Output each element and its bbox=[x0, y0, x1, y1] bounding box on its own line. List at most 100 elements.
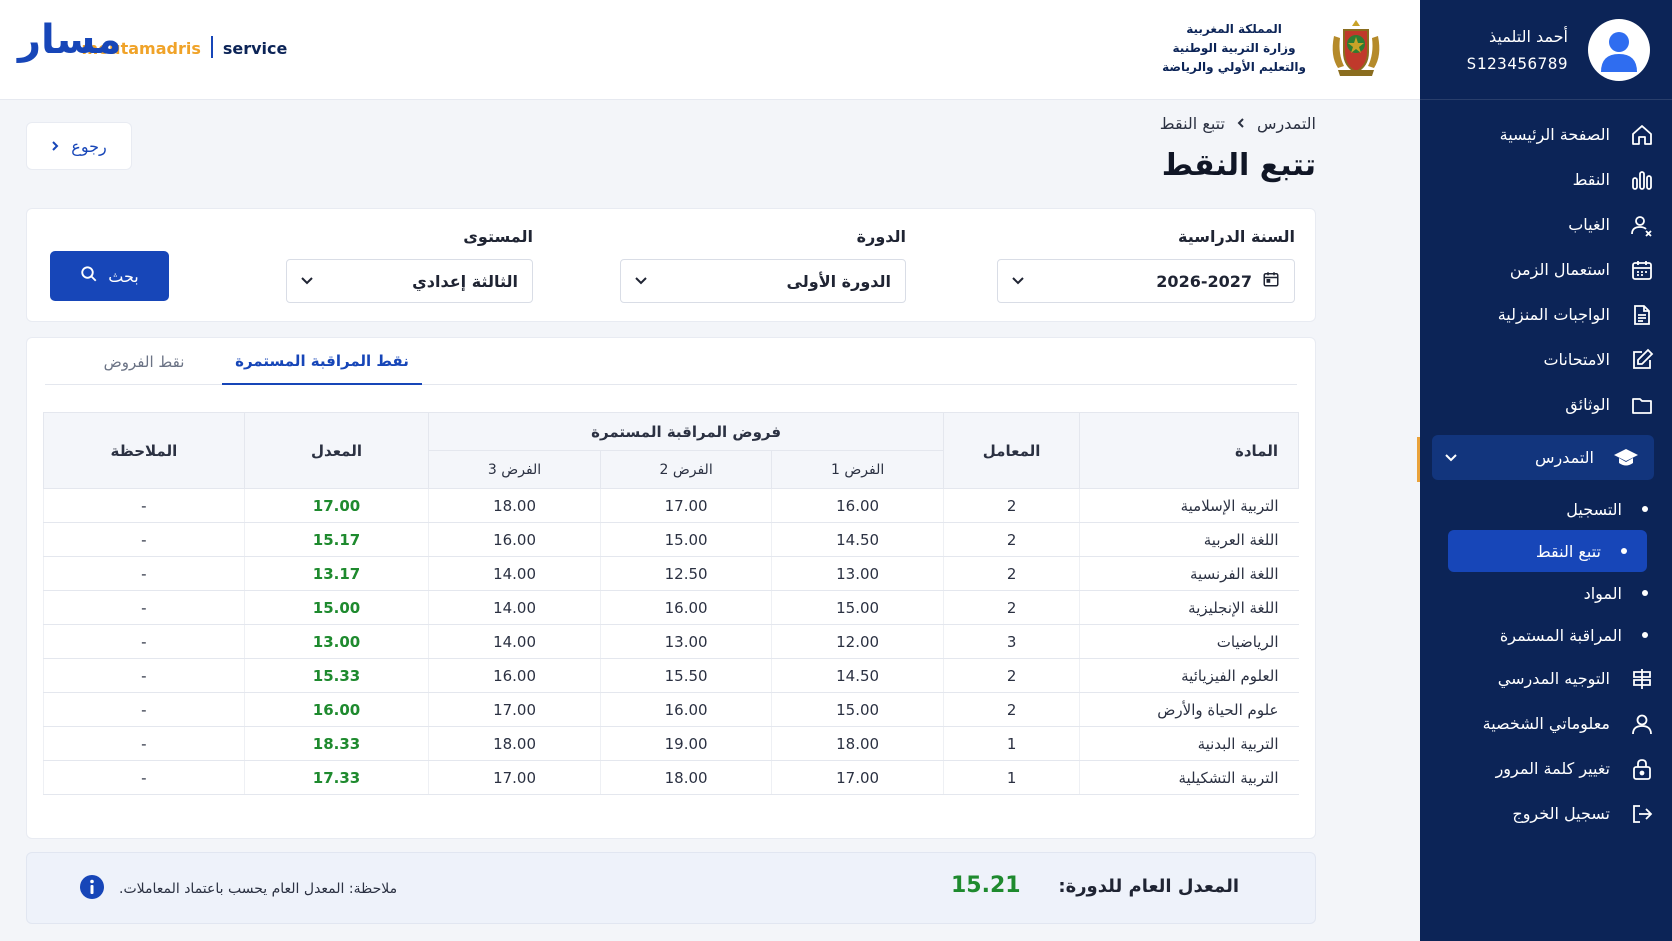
user-name: أحمد التلميذ bbox=[1489, 26, 1568, 46]
sidebar-item-logout[interactable]: تسجيل الخروج bbox=[1420, 791, 1672, 836]
logout-icon bbox=[1628, 800, 1656, 828]
page-title: تتبع النقط bbox=[1161, 148, 1316, 183]
bullet-icon bbox=[1642, 590, 1648, 596]
ministry-line-3: والتعليم الأولي والرياضة bbox=[1162, 60, 1306, 74]
cell-average: 15.00 bbox=[243, 590, 429, 625]
cell-exam-3: 16.00 bbox=[428, 658, 601, 693]
session-value: الدورة الأولى bbox=[786, 271, 891, 291]
breadcrumb: التمدرس تتبع النقط bbox=[1160, 114, 1316, 133]
cell-coef: 2 bbox=[942, 590, 1080, 625]
sidebar-subitem-label: المراقبة المستمرة bbox=[1499, 625, 1622, 645]
overall-average-label: المعدل العام للدورة: bbox=[1058, 876, 1239, 897]
chevron-left-icon bbox=[1237, 114, 1245, 133]
cell-average: 17.33 bbox=[243, 760, 429, 795]
sidebar-subitem-grade-tracking[interactable]: تتبع النقط bbox=[1448, 530, 1647, 572]
grades-table: المادة المعامل فروض المراقبة المستمرة ال… bbox=[43, 412, 1299, 795]
sidebar-item-documents[interactable]: الوثائق bbox=[1420, 382, 1672, 427]
sidebar-item-grades[interactable]: النقط bbox=[1420, 157, 1672, 202]
sidebar: أحمد التلميذ S123456789 الصفحة الرئيسية … bbox=[1420, 0, 1672, 941]
header-exam-1: الفرض 1 bbox=[771, 450, 944, 489]
cell-subject: التربية البدنية bbox=[1079, 726, 1299, 761]
search-label: بحث bbox=[108, 266, 139, 286]
cell-coef: 2 bbox=[942, 522, 1080, 557]
level-select[interactable]: الثالثة إعدادي bbox=[286, 259, 533, 303]
sidebar-subitem-label: تتبع النقط bbox=[1535, 541, 1601, 561]
cell-average: 15.33 bbox=[243, 658, 429, 693]
breadcrumb-parent[interactable]: التمدرس bbox=[1257, 114, 1316, 133]
calendar-icon bbox=[1628, 256, 1656, 284]
year-select[interactable]: 2026-2027 bbox=[997, 259, 1295, 303]
cell-average: 17.00 bbox=[243, 488, 429, 523]
table-row: التربية التشكيلية 1 17.00 18.00 17.00 17… bbox=[43, 760, 1299, 795]
session-select[interactable]: الدورة الأولى bbox=[620, 259, 906, 303]
level-value: الثالثة إعدادي bbox=[412, 271, 518, 291]
back-button[interactable]: رجوع bbox=[26, 122, 132, 170]
brand-separator bbox=[210, 36, 213, 58]
sidebar-subitem-registration[interactable]: التسجيل bbox=[1420, 488, 1672, 530]
table-row: التربية البدنية 1 18.00 19.00 18.00 18.3… bbox=[43, 726, 1299, 761]
header-subject: المادة bbox=[1079, 412, 1299, 489]
cell-exam-1: 14.50 bbox=[771, 522, 944, 557]
cell-exam-3: 16.00 bbox=[428, 522, 601, 557]
sidebar-subitem-subjects[interactable]: المواد bbox=[1420, 572, 1672, 614]
user-profile[interactable]: أحمد التلميذ S123456789 bbox=[1420, 0, 1672, 100]
sidebar-item-timetable[interactable]: استعمال الزمن bbox=[1420, 247, 1672, 292]
sidebar-item-label: تسجيل الخروج bbox=[1512, 804, 1610, 823]
cell-exam-2: 13.00 bbox=[599, 624, 772, 659]
note-text: ملاحظة: المعدل العام يحسب باعتماد المعام… bbox=[119, 881, 398, 897]
sidebar-item-exams[interactable]: الامتحانات bbox=[1420, 337, 1672, 382]
cell-exam-2: 16.00 bbox=[599, 590, 772, 625]
cell-average: 16.00 bbox=[243, 692, 429, 727]
folder-icon bbox=[1628, 391, 1656, 419]
cell-subject: اللغة العربية bbox=[1079, 522, 1299, 557]
header-remark: الملاحظة bbox=[43, 412, 245, 489]
cell-exam-2: 19.00 bbox=[599, 726, 772, 761]
search-icon bbox=[80, 265, 98, 287]
cell-subject: علوم الحياة والأرض bbox=[1079, 692, 1299, 727]
sidebar-subitem-label: التسجيل bbox=[1566, 499, 1622, 519]
tab-continuous-assessment[interactable]: نقط المراقبة المستمرة bbox=[222, 338, 422, 385]
user-id: S123456789 bbox=[1466, 53, 1568, 73]
cell-coef: 1 bbox=[942, 760, 1080, 795]
sidebar-item-absence[interactable]: الغياب bbox=[1420, 202, 1672, 247]
coat-of-arms-icon bbox=[1332, 20, 1380, 76]
chevron-down-icon bbox=[301, 277, 313, 285]
sidebar-item-personal-info[interactable]: معلوماتي الشخصية bbox=[1420, 701, 1672, 746]
chevron-down-icon[interactable] bbox=[1444, 448, 1458, 467]
cell-coef: 2 bbox=[942, 488, 1080, 523]
cell-remark: - bbox=[43, 556, 245, 591]
signpost-icon bbox=[1628, 665, 1656, 693]
bar-chart-icon bbox=[1628, 166, 1656, 194]
cell-exam-2: 15.50 bbox=[599, 658, 772, 693]
cell-remark: - bbox=[43, 692, 245, 727]
sidebar-item-schooling[interactable]: التمدرس bbox=[1432, 435, 1654, 480]
table-row: علوم الحياة والأرض 2 15.00 16.00 17.00 1… bbox=[43, 692, 1299, 727]
cell-remark: - bbox=[43, 726, 245, 761]
home-icon bbox=[1628, 121, 1656, 149]
brand-logo[interactable]: مسار moutamadris service bbox=[18, 20, 287, 60]
cell-coef: 2 bbox=[942, 658, 1080, 693]
cell-subject: اللغة الفرنسية bbox=[1079, 556, 1299, 591]
cell-average: 15.17 bbox=[243, 522, 429, 557]
cell-exam-3: 14.00 bbox=[428, 624, 601, 659]
table-row: اللغة الإنجليزية 2 15.00 16.00 14.00 15.… bbox=[43, 590, 1299, 625]
search-button[interactable]: بحث bbox=[50, 251, 169, 301]
overall-average-value: 15.21 bbox=[951, 873, 1021, 898]
sidebar-item-guidance[interactable]: التوجيه المدرسي bbox=[1420, 656, 1672, 701]
year-value: 2026-2027 bbox=[1156, 271, 1252, 291]
sidebar-item-homework[interactable]: الواجبات المنزلية bbox=[1420, 292, 1672, 337]
sidebar-item-home[interactable]: الصفحة الرئيسية bbox=[1420, 112, 1672, 157]
summary-bar: المعدل العام للدورة: 15.21 ملاحظة: المعد… bbox=[26, 852, 1316, 924]
sidebar-subitem-continuous-assessment[interactable]: المراقبة المستمرة bbox=[1420, 614, 1672, 656]
user-icon bbox=[1628, 710, 1656, 738]
cell-exam-1: 15.00 bbox=[771, 590, 944, 625]
header-exam-3: الفرض 3 bbox=[428, 450, 601, 489]
cell-exam-3: 17.00 bbox=[428, 692, 601, 727]
cell-exam-3: 17.00 bbox=[428, 760, 601, 795]
cell-subject: اللغة الإنجليزية bbox=[1079, 590, 1299, 625]
cell-exam-2: 16.00 bbox=[599, 692, 772, 727]
tab-assignments[interactable]: نقط الفروض bbox=[79, 338, 209, 385]
sidebar-item-change-password[interactable]: تغيير كلمة المرور bbox=[1420, 746, 1672, 791]
cell-subject: التربية الإسلامية bbox=[1079, 488, 1299, 523]
document-icon bbox=[1628, 301, 1656, 329]
